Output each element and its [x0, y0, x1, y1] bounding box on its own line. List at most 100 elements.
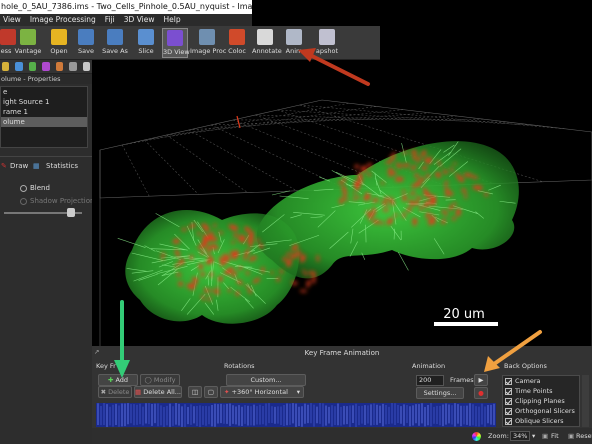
- playback-options-list: Camera Time Points Clipping Planes Ortho…: [502, 375, 580, 427]
- rotation-select[interactable]: ✦ +360° Horizontal ▾: [220, 386, 304, 398]
- checkbox-clipping-planes[interactable]: [505, 397, 512, 405]
- scale-bar: 20 um: [434, 307, 498, 326]
- toolbar-annotate-button[interactable]: Annotate: [252, 28, 282, 58]
- object-toolbar: [0, 60, 92, 74]
- tab-statistics[interactable]: Statistics: [46, 157, 78, 175]
- animation-icon: [286, 29, 302, 45]
- toolbar-label: Save As: [102, 47, 128, 55]
- delete-object-icon[interactable]: [82, 62, 90, 71]
- toolbar-slice-button[interactable]: Slice: [132, 28, 160, 58]
- toolbar-snapshot-button[interactable]: apshot: [312, 28, 342, 58]
- camera-label: Camera: [515, 377, 541, 385]
- clipping-planes-label: Clipping Planes: [515, 397, 565, 405]
- zoom-select[interactable]: 34%: [510, 431, 531, 441]
- properties-panel: olume - Properties e ight Source 1 rame …: [0, 60, 94, 444]
- playback-scrollbar[interactable]: [582, 375, 589, 427]
- menu-image-processing[interactable]: Image Processing: [27, 14, 102, 26]
- properties-tabs: ✎ Draw ▦ Statistics: [0, 156, 92, 174]
- add-filaments-icon[interactable]: [28, 62, 37, 71]
- image-proc-icon: [199, 29, 215, 45]
- pencil-icon: ✎: [1, 162, 7, 170]
- mitochondrion: [354, 164, 359, 169]
- option-clipping-planes[interactable]: Clipping Planes: [503, 396, 579, 406]
- checkbox-camera[interactable]: [505, 377, 512, 385]
- add-surfaces-icon[interactable]: [15, 62, 23, 71]
- rotate-stop-button[interactable]: ▢: [204, 386, 218, 398]
- toolbar-save-as-button[interactable]: Save As: [100, 28, 130, 58]
- annotate-icon: [257, 29, 273, 45]
- delete-keyframe-button[interactable]: ✖ Delete: [98, 386, 132, 398]
- opacity-slider[interactable]: [4, 208, 82, 217]
- tree-item-light-source[interactable]: ight Source 1: [1, 97, 87, 107]
- playback-options-label: Back Options: [504, 362, 547, 370]
- delete-all-button[interactable]: ▦ Delete All...: [134, 386, 182, 398]
- menu-view[interactable]: View: [0, 14, 27, 26]
- toolbar-surpass-button[interactable]: ess: [0, 28, 16, 58]
- modify-icon: ◯: [144, 376, 154, 384]
- menu-fiji[interactable]: Fiji: [102, 14, 121, 26]
- tree-item-scene[interactable]: e: [1, 87, 87, 97]
- settings-button[interactable]: Settings...: [416, 387, 464, 399]
- toolbar-label: ess: [0, 47, 12, 55]
- modify-keyframe-button[interactable]: ◯ Modify: [140, 374, 180, 386]
- checkbox-time-points[interactable]: [505, 387, 512, 395]
- fit-button[interactable]: Fit: [551, 428, 559, 444]
- add-cells-icon[interactable]: [42, 62, 50, 71]
- timeline-ticks: [97, 403, 495, 427]
- mitochondrion: [373, 219, 379, 225]
- frames-label: Frames: [450, 376, 474, 384]
- zoom-chevron-icon[interactable]: ▾: [532, 428, 535, 444]
- orthogonal-slicers-label: Orthogonal Slicers: [515, 407, 575, 415]
- toolbar-animation-button[interactable]: Anim: [280, 28, 308, 58]
- toolbar-save-button[interactable]: Save: [75, 28, 97, 58]
- blend-radio-circle: [20, 184, 27, 192]
- toolbar-label: Anim: [285, 47, 303, 55]
- blend-radio[interactable]: Blend: [20, 184, 50, 192]
- add-spots-icon[interactable]: [2, 62, 10, 71]
- tree-item-volume[interactable]: olume: [1, 117, 87, 127]
- toolbar-label: apshot: [315, 47, 339, 55]
- slider-handle[interactable]: [67, 208, 75, 217]
- option-camera[interactable]: Camera: [503, 376, 579, 386]
- grid-line: [299, 104, 566, 130]
- rotate-stop-icon: ▢: [207, 388, 215, 396]
- record-button[interactable]: ●: [474, 387, 488, 399]
- reset-button[interactable]: Reset: [576, 428, 592, 444]
- toolbar-vantage-button[interactable]: Vantage: [14, 28, 42, 58]
- fit-icon: ▣: [542, 432, 549, 440]
- option-time-points[interactable]: Time Points: [503, 386, 579, 396]
- tree-item-frame[interactable]: rame 1: [1, 107, 87, 117]
- toolbar-coloc-button[interactable]: Coloc: [226, 28, 248, 58]
- play-icon: ▶: [478, 376, 484, 384]
- checkbox-orthogonal-slicers[interactable]: [505, 407, 512, 415]
- toolbar-folder-button[interactable]: Open: [46, 28, 72, 58]
- shadow-projection-label: Shadow Projection: [30, 197, 95, 205]
- toolbar-image-proc-button[interactable]: Image Proc: [190, 28, 227, 58]
- toolbar-label: Image Proc: [190, 47, 227, 55]
- add-keyframe-button[interactable]: ✚ Add: [98, 374, 138, 386]
- checkbox-oblique-slicers[interactable]: [505, 417, 512, 425]
- toolbar-label: 3D View: [163, 48, 190, 56]
- toolbar-label: Vantage: [14, 47, 42, 55]
- option-oblique-slicers[interactable]: Oblique Slicers: [503, 416, 579, 426]
- animation-label: Animation: [412, 362, 446, 370]
- menu-3d-view[interactable]: 3D View: [121, 14, 161, 26]
- add-group-icon[interactable]: [69, 62, 77, 71]
- 3d-viewport[interactable]: 20 um: [92, 60, 592, 346]
- grid-line: [188, 112, 431, 131]
- frames-input[interactable]: 200: [416, 375, 444, 386]
- tab-draw[interactable]: Draw: [10, 157, 28, 175]
- custom-rotation-button[interactable]: Custom...: [226, 374, 306, 386]
- play-button[interactable]: ▶: [474, 374, 488, 386]
- animation-timeline[interactable]: [96, 403, 496, 427]
- x-icon: ✖: [100, 388, 109, 396]
- color-wheel-icon[interactable]: [472, 432, 481, 441]
- rotate-left-button[interactable]: ◫: [188, 386, 202, 398]
- menu-help[interactable]: Help: [161, 14, 187, 26]
- option-orthogonal-slicers[interactable]: Orthogonal Slicers: [503, 406, 579, 416]
- vantage-icon: [20, 29, 36, 45]
- add-frame-icon[interactable]: [55, 62, 64, 71]
- toolbar-3d-view-button[interactable]: 3D View: [162, 28, 190, 58]
- toolbar-label: Coloc: [228, 47, 246, 55]
- shadow-projection-radio[interactable]: Shadow Projection: [20, 197, 94, 205]
